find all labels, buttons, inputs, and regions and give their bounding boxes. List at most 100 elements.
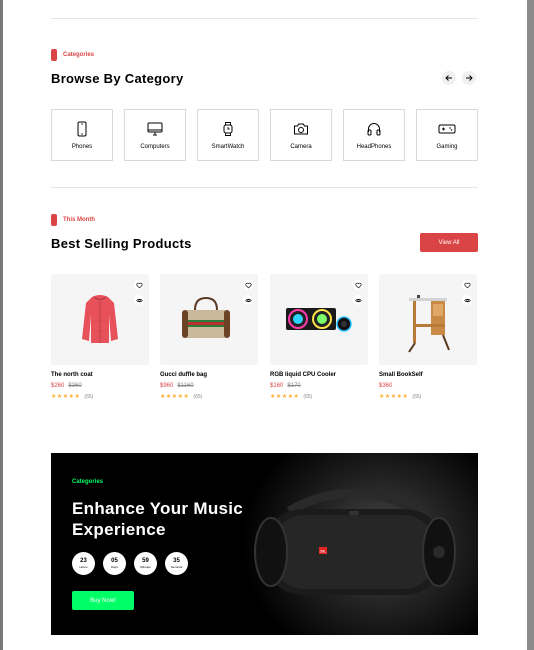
category-label: Computers — [140, 144, 170, 150]
category-label: HeadPhones — [356, 144, 392, 150]
wishlist-button[interactable] — [134, 280, 144, 290]
product-name[interactable]: Small BookSelf — [379, 372, 477, 378]
current-price: $960 — [160, 383, 174, 389]
next-arrow-button[interactable] — [462, 71, 476, 85]
category-headphones[interactable]: HeadPhones — [343, 109, 405, 161]
eye-icon — [135, 298, 143, 302]
product-rating: ★★★★★ (65) — [270, 393, 368, 401]
timer-seconds: 35 Seconds — [165, 552, 188, 575]
buy-now-button[interactable]: Buy Now! — [72, 591, 134, 610]
product-name[interactable]: The north coat — [51, 372, 149, 378]
product-image-area — [379, 274, 477, 365]
timer-days: 05 Days — [103, 552, 126, 575]
category-smartwatch[interactable]: SmartWatch — [197, 109, 259, 161]
heart-icon — [244, 282, 252, 288]
star-icons: ★★★★★ — [379, 394, 409, 400]
categories-tag-label: Categories — [63, 52, 95, 58]
old-price: $360 — [68, 383, 82, 389]
quick-view-button[interactable] — [134, 295, 144, 305]
product-card[interactable]: RGB liquid CPU Cooler $160 $170 ★★★★★ (65) — [270, 274, 368, 400]
review-count: (65) — [84, 393, 94, 400]
product-price: $260 $360 — [51, 383, 149, 389]
timer-unit: Seconds — [170, 565, 183, 569]
browse-category-title: Browse By Category — [51, 71, 184, 86]
heart-icon — [463, 282, 471, 288]
category-computers[interactable]: Computers — [124, 109, 186, 161]
review-count: (65) — [303, 393, 313, 400]
tag-bar — [51, 214, 57, 226]
timer-hours: 23 Hours — [72, 552, 95, 575]
top-divider — [51, 18, 478, 19]
category-phones[interactable]: Phones — [51, 109, 113, 161]
duffle-bag-image — [182, 296, 230, 338]
eye-icon — [463, 298, 471, 302]
timer-unit: Hours — [79, 565, 88, 569]
product-price: $960 $1160 — [160, 383, 258, 389]
gamepad-icon — [438, 124, 456, 134]
camera-icon — [294, 123, 308, 135]
arrow-right-icon — [466, 75, 473, 81]
window-edge — [527, 0, 534, 650]
category-camera[interactable]: Camera — [270, 109, 332, 161]
view-all-button[interactable]: View All — [420, 233, 478, 252]
wishlist-button[interactable] — [243, 280, 253, 290]
categories-tag: Categories — [51, 49, 94, 61]
section-divider — [51, 187, 478, 188]
product-image-area — [270, 274, 368, 365]
product-rating: ★★★★★ (65) — [160, 393, 258, 401]
speaker-brand: JBL — [320, 549, 328, 554]
product-card[interactable]: Small BookSelf $360 ★★★★★ (65) — [379, 274, 477, 400]
tag-bar — [51, 49, 57, 61]
old-price: $1160 — [177, 383, 194, 389]
bookshelf-image — [408, 295, 450, 353]
speaker-image: JBL — [254, 488, 456, 595]
current-price: $160 — [270, 383, 284, 389]
computer-icon — [147, 122, 163, 136]
product-price: $160 $170 — [270, 383, 368, 389]
product-image-area — [51, 274, 149, 365]
category-label: Phones — [71, 144, 93, 150]
timer-unit: Minutes — [140, 565, 151, 569]
heart-icon — [135, 282, 143, 288]
coat-image — [82, 295, 118, 343]
product-price: $360 — [379, 383, 477, 389]
product-card[interactable]: Gucci duffle bag $960 $1160 ★★★★★ (65) — [160, 274, 258, 400]
eye-icon — [244, 298, 252, 302]
smartwatch-icon — [223, 122, 233, 136]
timer-value: 35 — [173, 558, 180, 564]
timer-value: 23 — [80, 558, 87, 564]
headphones-icon — [367, 123, 381, 136]
old-price: $170 — [287, 383, 301, 389]
star-icons: ★★★★★ — [160, 394, 190, 400]
this-month-tag-label: This Month — [63, 217, 95, 223]
current-price: $360 — [379, 383, 393, 389]
eye-icon — [354, 298, 362, 302]
timer-unit: Days — [111, 565, 118, 569]
category-gaming[interactable]: Gaming — [416, 109, 478, 161]
wishlist-button[interactable] — [462, 280, 472, 290]
timer-minutes: 59 Minutes — [134, 552, 157, 575]
quick-view-button[interactable] — [353, 295, 363, 305]
review-count: (65) — [193, 393, 203, 400]
prev-arrow-button[interactable] — [442, 71, 456, 85]
best-selling-title: Best Selling Products — [51, 236, 192, 251]
quick-view-button[interactable] — [462, 295, 472, 305]
banner-title: Enhance Your Music Experience — [72, 499, 244, 539]
star-icons: ★★★★★ — [51, 394, 81, 400]
timer-value: 59 — [142, 558, 149, 564]
product-name[interactable]: Gucci duffle bag — [160, 372, 258, 378]
category-label: Camera — [290, 144, 312, 150]
timer-value: 05 — [111, 558, 118, 564]
wishlist-button[interactable] — [353, 280, 363, 290]
review-count: (65) — [412, 393, 422, 400]
product-name[interactable]: RGB liquid CPU Cooler — [270, 372, 368, 378]
product-image-area — [160, 274, 258, 365]
category-label: SmartWatch — [211, 144, 245, 150]
product-card[interactable]: The north coat $260 $360 ★★★★★ (65) — [51, 274, 149, 400]
current-price: $260 — [51, 383, 65, 389]
quick-view-button[interactable] — [243, 295, 253, 305]
product-rating: ★★★★★ (65) — [51, 393, 149, 401]
page: Categories Browse By Category Phones Com… — [3, 0, 527, 650]
category-label: Gaming — [436, 144, 458, 150]
heart-icon — [354, 282, 362, 288]
